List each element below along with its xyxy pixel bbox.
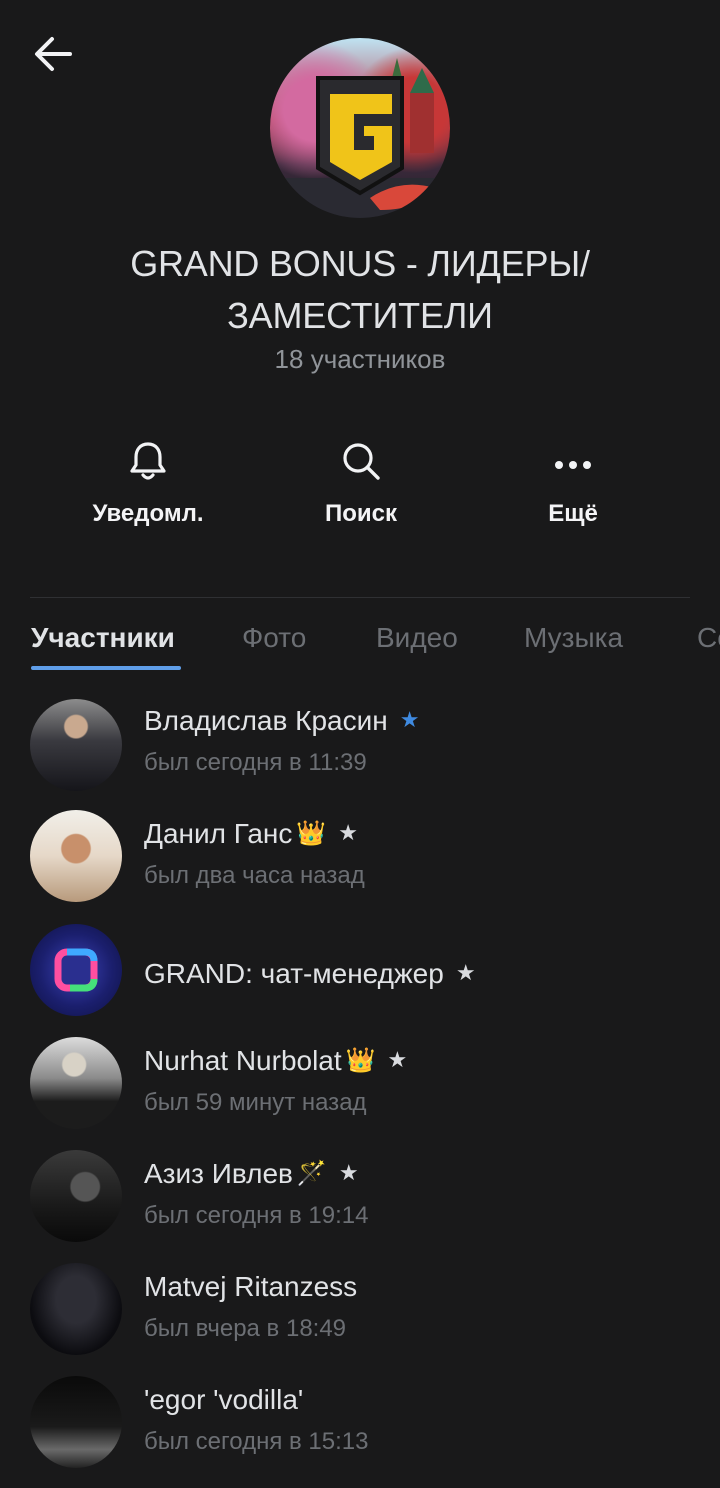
member-count: 18 участников — [274, 344, 446, 374]
group-title-line-2: ЗАМЕСТИТЕЛИ — [227, 295, 493, 336]
member-status: был 59 минут назад — [144, 1089, 367, 1116]
member-status: был сегодня в 11:39 — [144, 749, 367, 776]
action-bar: Уведомл. Поиск Ещё — [0, 438, 720, 548]
member-status: был сегодня в 19:14 — [144, 1202, 369, 1229]
member-name: Matvej Ritanzess — [144, 1271, 358, 1302]
crown-icon: 👑 — [345, 1047, 376, 1074]
member-row[interactable]: Nurhat Nurbolat 👑 ★ был 59 минут назад — [0, 1037, 720, 1149]
avatar — [30, 1263, 122, 1355]
tab-more[interactable]: Се — [697, 622, 720, 654]
tab-music[interactable]: Музыка — [524, 622, 623, 654]
search-button[interactable]: Поиск — [261, 438, 461, 528]
bell-icon — [130, 442, 166, 480]
member-row[interactable]: Matvej Ritanzess был вчера в 18:49 — [0, 1263, 720, 1375]
star-icon: ★ — [338, 1160, 359, 1185]
member-name: Азиз Ивлев 🪄 ★ — [144, 1158, 359, 1189]
tab-photo[interactable]: Фото — [242, 622, 306, 654]
member-row[interactable]: 'egor 'vodilla' был сегодня в 15:13 — [0, 1376, 720, 1488]
avatar — [30, 699, 122, 791]
member-name: Nurhat Nurbolat 👑 ★ — [144, 1045, 408, 1076]
search-icon — [343, 443, 380, 480]
avatar — [30, 1037, 122, 1129]
avatar — [30, 924, 122, 1016]
group-avatar[interactable] — [270, 38, 450, 218]
notifications-label: Уведомл. — [92, 500, 204, 527]
member-status: был вчера в 18:49 — [144, 1315, 347, 1342]
divider — [30, 597, 690, 598]
app-logo-icon — [54, 948, 98, 992]
avatar — [30, 1376, 122, 1468]
member-name: Данил Ганс 👑 ★ — [144, 818, 359, 849]
avatar — [30, 1150, 122, 1242]
back-button[interactable] — [30, 34, 74, 74]
star-icon: ★ — [399, 707, 420, 732]
member-row[interactable]: Данил Ганс 👑 ★ был два часа назад — [0, 810, 720, 922]
more-icon — [555, 461, 591, 469]
arrow-left-icon — [35, 37, 72, 71]
tab-video[interactable]: Видео — [376, 622, 458, 654]
star-icon: ★ — [455, 960, 476, 985]
lightsaber-icon: 🪄 — [296, 1160, 327, 1187]
search-label: Поиск — [324, 500, 398, 527]
crown-icon: 👑 — [296, 820, 327, 847]
member-name: GRAND: чат-менеджер ★ — [144, 958, 476, 989]
notifications-button[interactable]: Уведомл. — [48, 438, 248, 528]
more-button[interactable]: Ещё — [473, 438, 673, 528]
star-icon: ★ — [387, 1047, 408, 1072]
member-row[interactable]: GRAND: чат-менеджер ★ — [0, 924, 720, 1036]
member-status: был сегодня в 15:13 — [144, 1428, 369, 1455]
tab-bar: Участники Фото Видео Музыка Се — [0, 622, 720, 672]
group-title-line-1: GRAND BONUS - ЛИДЕРЫ/ — [130, 243, 590, 284]
member-status: был два часа назад — [144, 862, 365, 889]
more-label: Ещё — [548, 500, 598, 527]
tab-members[interactable]: Участники — [31, 622, 175, 654]
group-logo-image — [270, 58, 450, 218]
member-row[interactable]: Азиз Ивлев 🪄 ★ был сегодня в 19:14 — [0, 1150, 720, 1262]
star-icon: ★ — [338, 820, 359, 845]
active-tab-indicator — [31, 666, 181, 670]
avatar — [30, 810, 122, 902]
member-name: Владислав Красин ★ — [144, 705, 420, 736]
group-title: GRAND BONUS - ЛИДЕРЫ/ ЗАМЕСТИТЕЛИ — [60, 238, 660, 342]
member-name: 'egor 'vodilla' — [144, 1384, 304, 1415]
member-row[interactable]: Владислав Красин ★ был сегодня в 11:39 — [0, 697, 720, 809]
